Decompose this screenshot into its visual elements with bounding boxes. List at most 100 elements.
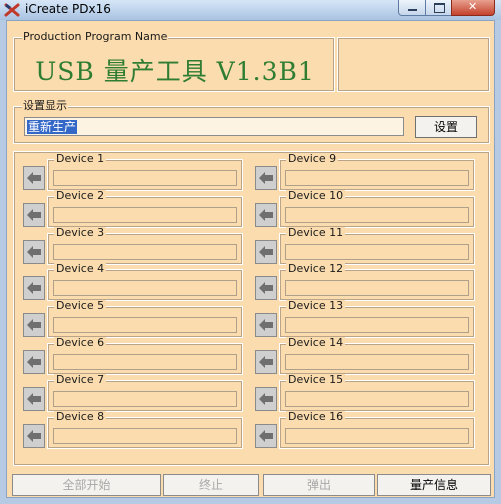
settings-group-label: 设置显示: [22, 99, 68, 112]
tools-icon: [4, 3, 20, 17]
device-status-field: [53, 317, 237, 334]
device-status-field: [285, 317, 469, 334]
maximize-button[interactable]: [425, 0, 452, 16]
device-label: Device 3: [54, 225, 107, 239]
device-status-field: [285, 206, 469, 223]
device-slot: Device 12: [255, 263, 475, 302]
device-group: Device 7: [47, 373, 243, 412]
device-label: Device 14: [286, 336, 346, 349]
device-group: Device 15: [279, 373, 475, 412]
device-eject-button[interactable]: [23, 386, 45, 411]
device-slot: Device 5: [23, 300, 243, 339]
device-status-field: [285, 243, 469, 260]
device-status-field: [53, 280, 237, 297]
device-slot: Device 10: [255, 189, 475, 228]
device-eject-button[interactable]: [255, 239, 277, 264]
device-eject-button[interactable]: [255, 423, 277, 448]
device-slot: Device 14: [255, 337, 475, 375]
device-group: Device 12: [279, 263, 475, 302]
device-slot: Device 9: [255, 153, 475, 191]
device-slot: Device 13: [255, 300, 475, 339]
device-group: Device 1: [47, 153, 243, 191]
device-group: Device 14: [279, 337, 475, 375]
device-label: Device 16: [286, 409, 346, 423]
device-status-field: [53, 354, 237, 370]
stop-button[interactable]: 终止: [163, 474, 259, 496]
device-slot: Device 15: [255, 373, 475, 412]
device-label: Device 9: [286, 152, 339, 165]
device-status-field: [285, 280, 469, 297]
window-title: iCreate PDx16: [25, 2, 111, 16]
settings-button[interactable]: 设置: [415, 116, 477, 138]
device-status-field: [285, 170, 469, 186]
device-eject-button[interactable]: [23, 350, 45, 374]
device-status-field: [53, 206, 237, 223]
device-status-field: [53, 427, 237, 444]
device-eject-button[interactable]: [255, 276, 277, 301]
device-label: Device 1: [54, 152, 107, 165]
device-label: Device 6: [54, 336, 107, 349]
start-all-button[interactable]: 全部开始: [12, 474, 161, 496]
device-slot: Device 6: [23, 337, 243, 375]
device-slot: Device 16: [255, 410, 475, 449]
device-group: Device 6: [47, 337, 243, 375]
device-label: Device 13: [286, 299, 346, 313]
side-panel: [337, 37, 490, 92]
device-slot: Device 3: [23, 226, 243, 265]
device-status-field: [285, 354, 469, 370]
device-eject-button[interactable]: [23, 276, 45, 301]
device-status-field: [285, 427, 469, 444]
eject-button[interactable]: 弹出: [263, 474, 375, 496]
devices-group: Device 1 Device 2 Device 3 Device 4 Device 5…: [13, 151, 490, 466]
settings-group: 设置显示 重新生产 设置: [13, 100, 490, 144]
device-group: Device 10: [279, 189, 475, 228]
device-status-field: [53, 170, 237, 186]
device-group: Device 9: [279, 153, 475, 191]
device-slot: Device 4: [23, 263, 243, 302]
device-eject-button[interactable]: [23, 239, 45, 264]
device-slot: Device 1: [23, 153, 243, 191]
title-bar[interactable]: iCreate PDx16: [0, 0, 501, 20]
device-status-field: [53, 390, 237, 407]
device-group: Device 16: [279, 410, 475, 449]
device-group: Device 11: [279, 226, 475, 265]
device-slot: Device 8: [23, 410, 243, 449]
device-slot: Device 2: [23, 189, 243, 228]
device-eject-button[interactable]: [255, 313, 277, 338]
device-eject-button[interactable]: [255, 386, 277, 411]
device-group: Device 4: [47, 263, 243, 302]
device-eject-button[interactable]: [255, 350, 277, 374]
program-title: USB 量产工具 V1.3B1: [35, 57, 315, 86]
device-eject-button[interactable]: [23, 166, 45, 190]
close-button[interactable]: [451, 0, 495, 16]
device-eject-button[interactable]: [255, 166, 277, 190]
minimize-button[interactable]: [398, 0, 426, 16]
device-label: Device 8: [54, 409, 107, 423]
device-label: Device 10: [286, 188, 346, 202]
production-info-button[interactable]: 量产信息: [377, 474, 491, 496]
device-label: Device 12: [286, 262, 346, 276]
device-label: Device 5: [54, 299, 107, 313]
device-group: Device 5: [47, 300, 243, 339]
device-group: Device 13: [279, 300, 475, 339]
device-group: Device 3: [47, 226, 243, 265]
device-eject-button[interactable]: [23, 202, 45, 227]
device-group: Device 2: [47, 189, 243, 228]
device-group: Device 8: [47, 410, 243, 449]
device-eject-button[interactable]: [23, 313, 45, 338]
device-label: Device 11: [286, 225, 346, 239]
device-label: Device 7: [54, 372, 107, 386]
device-status-field: [53, 243, 237, 260]
device-eject-button[interactable]: [23, 423, 45, 448]
device-label: Device 15: [286, 372, 346, 386]
settings-display-value: 重新生产: [27, 120, 78, 134]
settings-display-field[interactable]: 重新生产: [24, 117, 404, 136]
production-program-label: Production Program Name: [22, 30, 169, 43]
device-eject-button[interactable]: [255, 202, 277, 227]
device-slot: Device 7: [23, 373, 243, 412]
app-window: iCreate PDx16 Production Program Name US…: [0, 0, 501, 504]
device-label: Device 4: [54, 262, 107, 276]
device-status-field: [285, 390, 469, 407]
device-label: Device 2: [54, 188, 107, 202]
device-slot: Device 11: [255, 226, 475, 265]
